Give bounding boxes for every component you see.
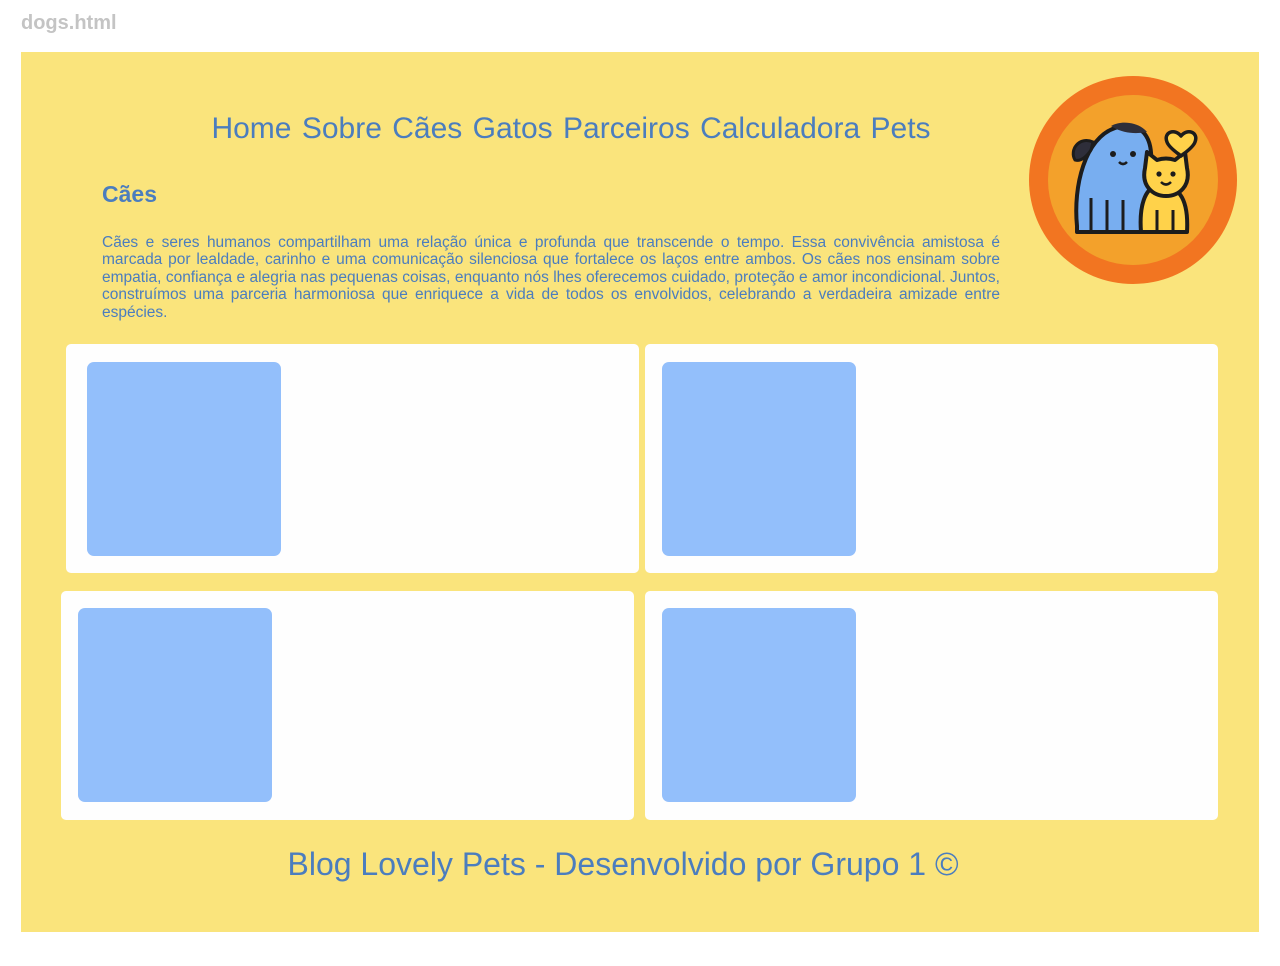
dog-and-cat-heart-icon [1029, 76, 1237, 284]
dog-card-image [662, 362, 856, 556]
dog-card-image [78, 608, 272, 802]
page-footer: Blog Lovely Pets - Desenvolvido por Grup… [287, 846, 959, 882]
nav-item-parceiros[interactable]: Parceiros [563, 112, 690, 145]
nav-item-home[interactable]: Home [211, 112, 291, 145]
dog-card-1[interactable] [66, 344, 639, 573]
dog-card-2[interactable] [645, 344, 1218, 573]
page-title: Cães [102, 181, 157, 207]
intro-paragraph: Cães e seres humanos compartilham uma re… [102, 234, 1000, 321]
nav-item-sobre[interactable]: Sobre [302, 112, 382, 145]
dog-card-image [662, 608, 856, 802]
nav-item-calculadora-pets[interactable]: Calculadora Pets [700, 112, 930, 145]
window-filename: dogs.html [21, 12, 117, 34]
main-nav: Home Sobre Cães Gatos Parceiros Calculad… [0, 112, 1142, 146]
dog-card-image [87, 362, 281, 556]
nav-item-gatos[interactable]: Gatos [473, 112, 553, 145]
nav-item-caes[interactable]: Cães [392, 112, 462, 145]
dog-card-4[interactable] [645, 591, 1218, 820]
dog-card-3[interactable] [61, 591, 634, 820]
site-logo[interactable] [1029, 76, 1237, 284]
